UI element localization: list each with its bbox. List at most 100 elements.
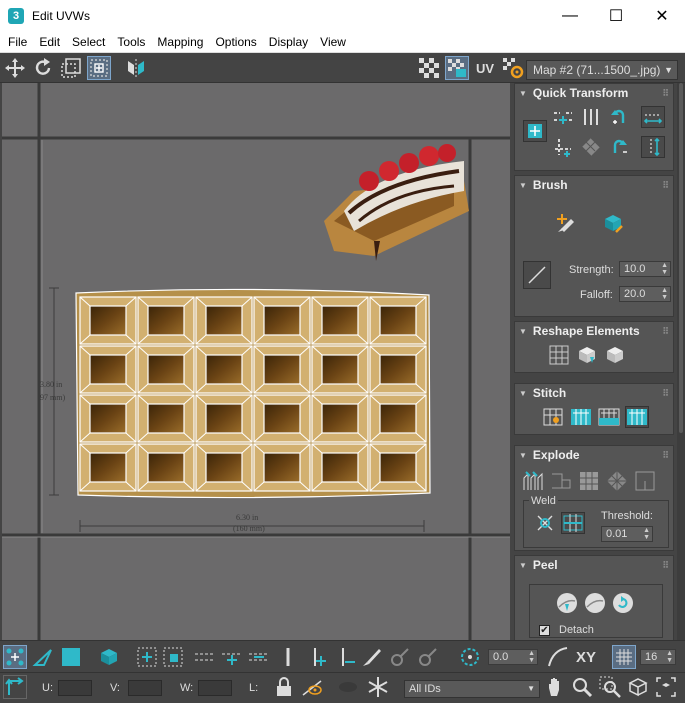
menu-options[interactable]: Options [210,35,261,49]
freeze-icon[interactable] [366,675,390,699]
uv-island-inner[interactable] [379,452,417,483]
lock-icon[interactable] [272,675,296,699]
soft-selection-icon[interactable] [546,645,570,669]
paint-select-icon[interactable] [360,645,384,669]
vertex-mode-icon[interactable] [3,645,27,669]
align-to-edge-icon[interactable] [551,136,575,158]
flatten-by-material-icon[interactable] [605,470,629,492]
uv-island-inner[interactable] [89,354,127,385]
absolute-mode-icon[interactable] [3,675,27,699]
uv-island-inner[interactable] [379,403,417,434]
uv-island-inner[interactable] [321,403,359,434]
weld-target-icon[interactable] [561,512,585,534]
shrink-selection-icon[interactable] [161,645,185,669]
rotate-angle-spinner[interactable]: 0.0 ▲ ▼ [488,649,538,665]
uv-island-inner[interactable] [147,354,185,385]
stitch-custom-icon[interactable] [625,406,649,428]
threshold-spinner[interactable]: 0.01 ▲ ▼ [601,526,653,542]
rotate-ccw-icon[interactable] [607,106,631,128]
relax-grid-icon[interactable] [579,136,603,158]
uv-island-inner[interactable] [205,354,243,385]
menu-tools[interactable]: Tools [112,35,150,49]
uv-island-inner[interactable] [89,403,127,434]
uv-island-inner[interactable] [321,452,359,483]
rotate-angle-icon[interactable] [458,645,482,669]
explode-header[interactable]: ▼ Explode ⠿ [515,446,673,464]
uv-toggle-button[interactable]: UV [472,56,498,80]
grid-size-spinner[interactable]: 16 ▲ ▼ [640,649,676,665]
menu-mapping[interactable]: Mapping [152,35,208,49]
hide-icon[interactable] [336,675,360,699]
ring-grow-icon[interactable] [306,645,330,669]
move-icon[interactable] [3,56,27,80]
uv-island-inner[interactable] [263,403,301,434]
edge-mode-icon[interactable] [31,645,55,669]
align-horizontal-icon[interactable] [551,106,575,128]
paint-select-grow-icon[interactable] [388,645,412,669]
break-icon[interactable] [521,470,545,492]
reshape-elements-header[interactable]: ▼ Reshape Elements ⠿ [515,322,673,340]
zoom-icon[interactable] [570,675,594,699]
paint-select-shrink-icon[interactable] [416,645,440,669]
show-hidden-icon[interactable] [300,675,324,699]
xy-plane-button[interactable]: XY [572,645,600,669]
align-pivot-icon[interactable] [523,120,547,142]
menu-view[interactable]: View [315,35,351,49]
falloff-spinner[interactable]: 20.0 ▲ ▼ [619,286,671,302]
zoom-extents-icon[interactable] [626,675,650,699]
maximize-button[interactable]: ☐ [593,0,639,31]
straighten-selection-icon[interactable] [547,344,571,366]
menu-edit[interactable]: Edit [34,35,65,49]
uv-island-inner[interactable] [89,452,127,483]
show-map-icon[interactable] [445,56,469,80]
brush-falloff-curve-icon[interactable] [523,261,551,289]
zoom-region-icon[interactable] [598,675,622,699]
space-horizontal-icon[interactable] [641,106,665,128]
menu-display[interactable]: Display [264,35,313,49]
menu-file[interactable]: File [3,35,32,49]
uv-island-inner[interactable] [263,354,301,385]
relax-brush-icon[interactable] [601,212,625,234]
stitch-header[interactable]: ▼ Stitch ⠿ [515,384,673,402]
stitch-to-target-icon[interactable] [541,406,565,428]
reset-peel-icon[interactable] [611,592,635,614]
zoom-extents-selected-icon[interactable] [654,675,678,699]
uv-island-inner[interactable] [263,452,301,483]
uv-island-inner[interactable] [321,305,359,336]
material-id-dropdown[interactable]: All IDs ▼ [404,680,540,698]
loop-grow-icon[interactable] [220,645,244,669]
uv-editor-viewport[interactable]: 3.80 in 97 mm) 6.30 in (160 mm) [2,83,510,640]
close-button[interactable]: ✕ [639,0,685,31]
scale-icon[interactable] [59,56,83,80]
checker-pattern-icon[interactable] [417,56,441,80]
strength-spinner[interactable]: 10.0 ▲ ▼ [619,261,671,277]
uv-island-inner[interactable] [263,305,301,336]
pan-icon[interactable] [544,675,568,699]
uv-island-inner[interactable] [205,452,243,483]
relax-element-icon[interactable] [603,344,627,366]
map-settings-icon[interactable] [501,56,525,80]
loop-shrink-icon[interactable] [247,645,271,669]
w-field[interactable] [198,680,232,696]
peel-header[interactable]: ▼ Peel ⠿ [515,556,673,574]
brush-header[interactable]: ▼ Brush ⠿ [515,176,673,194]
uv-island-inner[interactable] [379,354,417,385]
rotate-cw-icon[interactable] [607,136,631,158]
v-field[interactable] [128,680,162,696]
ring-shrink-icon[interactable] [334,645,358,669]
uv-island-inner[interactable] [321,354,359,385]
uv-island-inner[interactable] [379,305,417,336]
weld-selected-icon[interactable] [533,512,557,534]
loop-selection-icon[interactable] [193,645,217,669]
mirror-icon[interactable] [124,56,148,80]
map-select-dropdown[interactable]: Map #2 (71...1500_.jpg) ▼ [526,60,678,80]
menu-select[interactable]: Select [67,35,110,49]
minimize-button[interactable]: — [547,0,593,31]
polygon-mode-icon[interactable] [59,645,83,669]
rotate-icon[interactable] [31,56,55,80]
paint-move-icon[interactable] [553,212,577,234]
panel-scrollbar[interactable] [677,83,685,640]
uv-island-inner[interactable] [147,305,185,336]
ring-selection-icon[interactable] [276,645,300,669]
quick-peel-icon[interactable] [555,592,579,614]
